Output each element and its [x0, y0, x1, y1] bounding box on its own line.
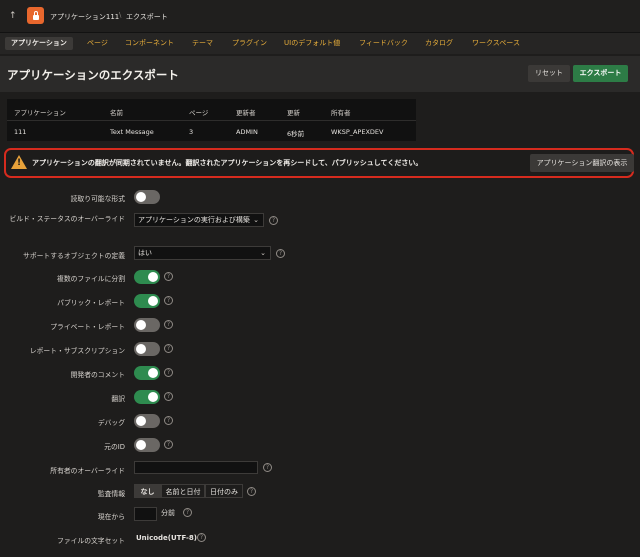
chevron-down-icon: ⌄ — [260, 249, 266, 257]
audit-option-date-only[interactable]: 日付のみ — [205, 484, 243, 498]
help-icon[interactable]: ? — [164, 368, 173, 377]
help-icon[interactable]: ? — [276, 249, 285, 258]
as-of-minutes-input[interactable] — [134, 507, 157, 521]
page-title: アプリケーションのエクスポート — [7, 68, 179, 82]
charset-label: ファイルの文字セット — [57, 537, 125, 545]
developer-comments-toggle[interactable] — [134, 366, 160, 380]
lock-icon[interactable] — [27, 7, 44, 24]
col-header-updated: 更新 — [287, 109, 300, 117]
col-header-application: アプリケーション — [14, 109, 66, 117]
supporting-objects-select[interactable]: はい ⌄ — [134, 246, 271, 260]
cell-application: 111 — [14, 128, 27, 136]
breadcrumb-app[interactable]: アプリケーション111 — [50, 12, 119, 22]
export-button[interactable]: エクスポート — [573, 65, 628, 82]
col-header-name: 名前 — [110, 109, 123, 117]
audit-info-label: 監査情報 — [97, 490, 125, 498]
application-info-table: アプリケーション 名前 ページ 更新者 更新 所有者 111 Text Mess… — [7, 99, 416, 141]
col-header-pages: ページ — [189, 109, 209, 117]
owner-override-input[interactable] — [134, 461, 258, 474]
page-header: アプリケーションのエクスポート リセット エクスポート — [0, 56, 640, 92]
build-status-value: アプリケーションの実行および構築 — [138, 216, 250, 224]
split-files-toggle[interactable] — [134, 270, 160, 284]
view-translations-button[interactable]: アプリケーション翻訳の表示 — [530, 154, 634, 172]
public-reports-toggle[interactable] — [134, 294, 160, 308]
breadcrumb-current: エクスポート — [126, 13, 168, 21]
report-subscriptions-toggle[interactable] — [134, 342, 160, 356]
tab-plugins[interactable]: プラグイン — [226, 37, 273, 50]
charset-value: Unicode(UTF-8) — [136, 534, 197, 542]
cell-updated-by: ADMIN — [236, 128, 258, 136]
private-reports-label: プライベート・レポート — [50, 323, 125, 331]
debug-toggle[interactable] — [134, 414, 160, 428]
as-of-unit: 分前 — [161, 509, 175, 517]
tab-catalog[interactable]: カタログ — [419, 37, 459, 50]
help-icon[interactable]: ? — [197, 533, 206, 542]
help-icon[interactable]: ? — [263, 463, 272, 472]
build-status-select[interactable]: アプリケーションの実行および構築 ⌄ — [134, 213, 264, 227]
tab-workspace[interactable]: ワークスペース — [466, 37, 526, 50]
tab-themes[interactable]: テーマ — [186, 37, 219, 50]
help-icon[interactable]: ? — [164, 392, 173, 401]
as-of-label: 現在から — [97, 513, 125, 521]
col-header-updated-by: 更新者 — [236, 109, 256, 117]
readable-format-label: 読取り可能な形式 — [70, 195, 125, 203]
split-files-label: 複数のファイルに分割 — [57, 275, 125, 283]
warning-message: アプリケーションの翻訳が同期されていません。翻訳されたアプリケーションを再シード… — [32, 159, 423, 167]
breadcrumb-separator: \ — [119, 11, 122, 19]
help-icon[interactable]: ? — [164, 416, 173, 425]
top-bar: ↑ アプリケーション111 \ エクスポート — [0, 0, 640, 33]
help-icon[interactable]: ? — [164, 272, 173, 281]
help-icon[interactable]: ? — [164, 320, 173, 329]
col-header-owner: 所有者 — [331, 109, 351, 117]
audit-option-name-date[interactable]: 名前と日付 — [161, 484, 205, 498]
help-icon[interactable]: ? — [247, 487, 256, 496]
nav-tabs: アプリケーション ページ コンポーネント テーマ プラグイン UIのデフォルト値… — [0, 33, 640, 54]
tab-components[interactable]: コンポーネント — [119, 37, 180, 50]
cell-updated: 6秒前 — [287, 130, 305, 138]
tab-ui-defaults[interactable]: UIのデフォルト値 — [278, 37, 346, 50]
help-icon[interactable]: ? — [164, 296, 173, 305]
public-reports-label: パブリック・レポート — [57, 299, 125, 307]
original-ids-toggle[interactable] — [134, 438, 160, 452]
debug-label: デバッグ — [97, 419, 125, 427]
build-status-label: ビルド・ステータスのオーバーライド — [9, 215, 125, 223]
translations-toggle[interactable] — [134, 390, 160, 404]
supporting-objects-value: はい — [138, 249, 152, 257]
owner-override-label: 所有者のオーバーライド — [50, 467, 125, 475]
developer-comments-label: 開発者のコメント — [70, 371, 125, 379]
help-icon[interactable]: ? — [183, 508, 192, 517]
cell-pages: 3 — [189, 128, 194, 136]
tab-pages[interactable]: ページ — [81, 37, 114, 50]
supporting-objects-label: サポートするオブジェクトの定義 — [23, 252, 125, 260]
help-icon[interactable]: ? — [269, 216, 278, 225]
translation-warning: ! アプリケーションの翻訳が同期されていません。翻訳されたアプリケーションを再シ… — [4, 148, 634, 178]
chevron-down-icon: ⌄ — [253, 216, 259, 224]
table-divider — [7, 120, 416, 121]
cell-name: Text Message — [110, 128, 154, 136]
help-icon[interactable]: ? — [164, 440, 173, 449]
help-icon[interactable]: ? — [164, 344, 173, 353]
original-ids-label: 元のID — [104, 443, 125, 451]
report-subscriptions-label: レポート・サブスクリプション — [29, 347, 125, 355]
tab-feedback[interactable]: フィードバック — [353, 37, 414, 50]
private-reports-toggle[interactable] — [134, 318, 160, 332]
translations-label: 翻訳 — [111, 395, 125, 403]
audit-option-none[interactable]: なし — [134, 484, 161, 498]
tab-application[interactable]: アプリケーション — [5, 37, 73, 50]
up-arrow-icon[interactable]: ↑ — [9, 11, 17, 21]
cell-owner: WKSP_APEXDEV — [331, 128, 384, 136]
readable-format-toggle[interactable] — [134, 190, 160, 204]
reset-button[interactable]: リセット — [528, 65, 570, 82]
